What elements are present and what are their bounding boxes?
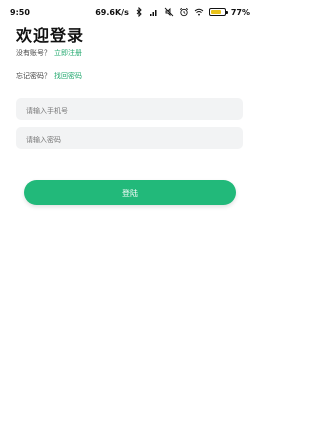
login-button[interactable]: 登陆 <box>24 180 236 205</box>
password-input[interactable] <box>16 129 243 151</box>
bluetooth-icon <box>134 7 144 17</box>
forgot-password-line: 忘记密码？ 找回密码 <box>16 71 82 81</box>
password-field <box>16 127 243 151</box>
phone-input[interactable] <box>16 100 243 122</box>
battery-icon <box>208 8 228 16</box>
wifi-icon <box>194 7 204 17</box>
register-line: 没有账号？ 立即注册 <box>16 48 82 58</box>
battery-percent: 77% <box>230 7 250 17</box>
alarm-icon <box>179 7 189 17</box>
status-icons: 69.6K/s 77% <box>95 6 250 18</box>
status-time: 9:50 <box>10 8 30 17</box>
network-speed: 69.6K/s <box>95 7 129 17</box>
forgot-password-link[interactable]: 找回密码 <box>54 72 82 80</box>
phone-field <box>16 98 243 122</box>
mute-icon <box>164 7 174 17</box>
register-link[interactable]: 立即注册 <box>54 49 82 57</box>
signal-icon <box>149 7 159 17</box>
page-title: 欢迎登录 <box>16 26 85 45</box>
register-prompt: 没有账号？ <box>16 49 51 57</box>
forgot-password-prompt: 忘记密码？ <box>16 72 51 80</box>
status-bar: 9:50 69.6K/s 77% <box>0 0 260 24</box>
battery-level <box>210 10 221 14</box>
